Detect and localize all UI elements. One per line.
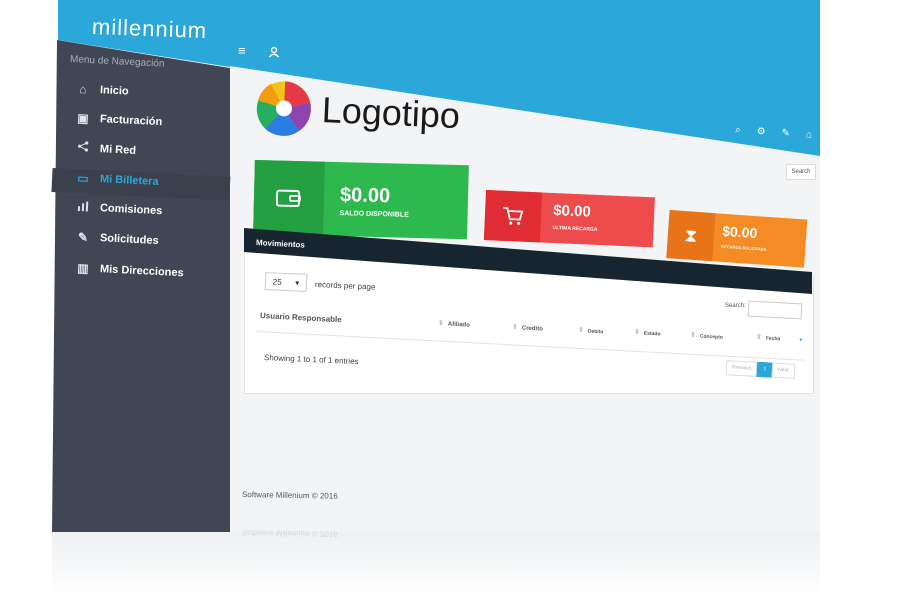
sidebar-item-label: Solicitudes — [99, 232, 159, 248]
card-value: $0.00 — [721, 222, 758, 242]
card-icon-box — [253, 160, 325, 236]
card-icon-box — [483, 190, 543, 243]
menu-toggle-icon[interactable]: ≡ — [238, 43, 246, 58]
sort-icon: ⬍ — [633, 329, 641, 337]
settings-icon[interactable]: ⚙ — [756, 126, 766, 138]
sort-icon: ⬍ — [437, 320, 445, 328]
search-icon[interactable]: ⌕ — [735, 124, 741, 135]
footer-reflection: Software Millenium © 2016 — [241, 528, 338, 539]
hourglass-icon: ⧗ — [683, 224, 698, 246]
caret-down-icon: ▾ — [294, 277, 300, 288]
sidebar-item-label: Inicio — [99, 84, 129, 98]
card-label: RECARGA SOLICITADA — [721, 243, 767, 252]
card-icon-box: ⧗ — [666, 210, 716, 262]
page-size-select[interactable]: 25 ▾ — [264, 272, 308, 292]
table-search-label: Search: — [725, 303, 746, 309]
sort-icon: ⬍ — [755, 334, 763, 342]
logo-swirl-icon — [256, 81, 311, 136]
column-header-afiliado[interactable]: ⬍ Afiliado — [438, 319, 470, 329]
sidebar-item-label: Facturación — [99, 113, 163, 129]
sort-icon: ⬍ — [511, 324, 519, 332]
column-header-estado[interactable]: ⬍ Estado — [634, 328, 661, 337]
sidebar-item-mi-red[interactable]: Mi Red — [76, 140, 137, 158]
page-size-value: 25 — [272, 276, 282, 287]
pagination-page-1[interactable]: 1 — [757, 361, 773, 378]
sort-desc-icon: ▾ — [799, 337, 803, 344]
table-search-input[interactable] — [747, 300, 803, 320]
sidebar-item-inicio[interactable]: ⌂ Inicio — [76, 82, 129, 99]
wallet-icon — [275, 189, 301, 208]
sidebar-item-label: Mi Red — [99, 142, 137, 157]
share-icon — [76, 140, 91, 156]
box-icon: ▣ — [76, 111, 89, 126]
stat-card-recarga-solicitada: ⧗ $0.00 RECARGA SOLICITADA — [666, 210, 808, 268]
sort-icon: ⬍ — [577, 327, 585, 335]
edit-icon: ✎ — [77, 230, 89, 245]
pencil-icon[interactable]: ✎ — [781, 128, 790, 140]
pagination-previous-button[interactable]: Previous — [725, 360, 758, 377]
sidebar-item-label: Mi Billetera — [99, 173, 159, 189]
map-icon: ▥ — [76, 261, 89, 276]
logout-icon[interactable]: ⇥ — [828, 131, 837, 143]
pagination-next-button[interactable]: Next — [771, 362, 795, 379]
screen-reflection — [52, 530, 820, 600]
logo-text: Logotipo — [321, 89, 461, 137]
search-button[interactable]: Search — [786, 164, 816, 180]
stat-card-saldo: $0.00 SALDO DISPONIBLE — [253, 160, 469, 240]
column-header-credito[interactable]: ⬍ Credito — [512, 323, 543, 333]
card-value: $0.00 — [339, 184, 391, 208]
stat-card-ultima-recarga: $0.00 ULTIMA RECARGA — [483, 190, 655, 248]
card-label: SALDO DISPONIBLE — [339, 210, 409, 219]
card-value: $0.00 — [552, 201, 592, 221]
home-icon: ⌂ — [79, 82, 87, 97]
cart-icon — [503, 206, 524, 226]
footer-text: Software Millenium © 2016 — [241, 490, 338, 501]
home-icon[interactable]: ⌂ — [806, 129, 813, 140]
column-header-concepto[interactable]: ⬍ Concepto — [690, 331, 723, 341]
app-screen: millennium ≡ Menu de Navegación ⌂ Inicio… — [0, 0, 900, 600]
wallet-icon: ▭ — [76, 171, 89, 186]
company-logo: Logotipo — [251, 78, 461, 145]
bar-chart-icon — [76, 200, 91, 215]
brand-logo[interactable]: millennium — [92, 14, 208, 44]
user-icon[interactable] — [268, 46, 280, 61]
column-header-debito[interactable]: ⬍ Debito — [578, 326, 604, 335]
sort-icon: ⬍ — [689, 332, 697, 340]
card-label: ULTIMA RECARGA — [552, 224, 598, 233]
sidebar-item-label: Comisiones — [99, 202, 163, 218]
